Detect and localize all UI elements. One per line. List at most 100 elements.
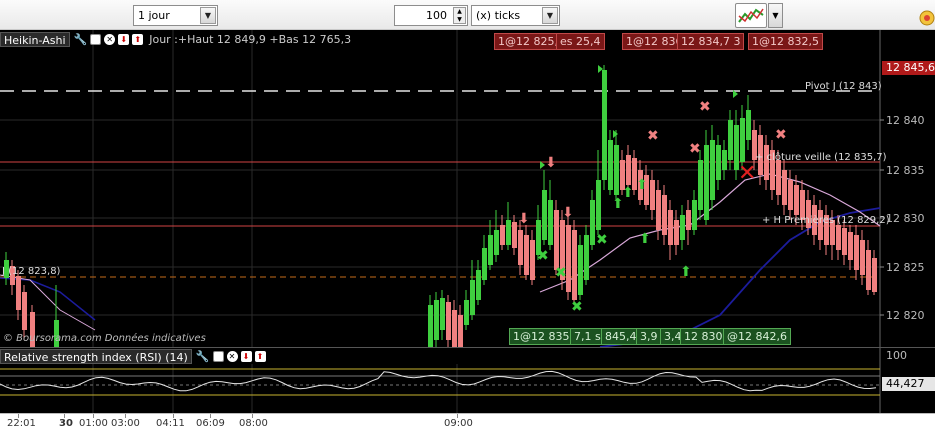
period-select[interactable]: 1 jour ▼ [133, 5, 218, 26]
candle [434, 300, 439, 340]
chevron-down-icon[interactable]: ▼ [200, 7, 216, 24]
candle [668, 210, 673, 245]
candle [596, 180, 601, 230]
candle [566, 225, 571, 292]
candle [794, 185, 799, 215]
tick-unit-select[interactable]: (x) ticks ▼ [471, 5, 560, 26]
candle [704, 145, 709, 220]
tick-count-value: 100 [426, 9, 447, 22]
candle [788, 180, 793, 210]
candle [860, 240, 865, 275]
buy-marker-icon: ✖ [571, 299, 583, 315]
candle [554, 210, 559, 270]
chevron-down-icon[interactable]: ▼ [542, 7, 558, 24]
trade-box[interactable]: 1@12 832,5 [748, 33, 823, 50]
candle [602, 70, 607, 180]
candle [440, 298, 445, 330]
candle [428, 305, 433, 347]
move-up-icon[interactable]: ⬆ [132, 34, 144, 45]
move-up-icon[interactable]: ⬆ [254, 351, 266, 362]
main-chart-panel[interactable]: 12 840 12 835 12 830 12 825 12 820 ✖ ✖ ✖ ✖ ✕… [0, 30, 935, 347]
pivot-label: Pivot J (12 843) [805, 81, 882, 92]
candle [482, 248, 487, 280]
price-axis-label: 12 825 [886, 261, 925, 274]
sell-marker-icon: ✖ [699, 99, 711, 115]
candle [662, 195, 667, 235]
buy-marker-icon: ✖ [596, 232, 608, 248]
time-label: 01:00 [79, 418, 108, 429]
buy-marker-icon: ✖ [555, 265, 567, 281]
candle [548, 200, 553, 245]
candle [872, 258, 877, 292]
spinner-icon[interactable]: ▲ ▼ [453, 7, 466, 24]
price-chart[interactable]: 12 840 12 835 12 830 12 825 12 820 ✖ ✖ ✖ ✖ ✕… [0, 30, 935, 347]
candle [728, 120, 733, 160]
current-price-tag: 12 845,6 [882, 61, 935, 75]
refresh-icon[interactable] [913, 4, 935, 26]
close-icon[interactable]: ✕ [104, 34, 116, 45]
rsi-panel[interactable]: Relative strength index (RSI) (14) 🔧 ✕ ⬇… [0, 347, 935, 413]
move-down-icon[interactable]: ⬇ [118, 34, 130, 45]
candle [614, 145, 619, 195]
watermark: © Boursorama.com Données indicatives [3, 333, 206, 344]
time-label: 22:01 [7, 418, 36, 429]
candle [500, 225, 505, 245]
candle [854, 235, 859, 270]
chart-type-button[interactable] [735, 3, 767, 28]
candle [542, 190, 547, 240]
maximize-icon[interactable] [90, 34, 102, 45]
buy-marker-icon: ✖ [537, 248, 549, 264]
trading-app: 1 jour ▼ 100 ▲ ▼ (x) ticks ▼ ▼ 12 840 12… [0, 0, 935, 433]
candle [710, 140, 715, 200]
wrench-icon[interactable]: 🔧 [196, 350, 210, 363]
candlesticks [4, 65, 877, 347]
candle [686, 210, 691, 230]
move-down-icon[interactable]: ⬇ [240, 351, 252, 362]
time-label: 30 [59, 418, 73, 429]
candle [488, 235, 493, 265]
trade-box[interactable]: 845,4 [601, 328, 641, 345]
rsi-legend: Relative strength index (RSI) (14) 🔧 ✕ ⬇… [0, 349, 266, 364]
chart-type-dropdown-button[interactable]: ▼ [768, 3, 783, 28]
chart-name: Heikin-Ashi [0, 32, 70, 47]
candle [446, 302, 451, 340]
price-axis [880, 30, 935, 347]
price-axis-label: 12 835 [886, 164, 925, 177]
rsi-value-tag: 44,427 [882, 377, 935, 391]
candle [608, 140, 613, 190]
trade-box[interactable]: es 25,4 [556, 33, 605, 50]
trade-box[interactable]: 12 834,7 3 [677, 33, 745, 50]
up-arrow-icon: ⬆ [680, 264, 692, 280]
tick-unit-value: (x) ticks [476, 9, 521, 22]
wrench-icon[interactable]: 🔧 [74, 33, 88, 46]
candle [16, 276, 21, 310]
trade-box[interactable]: 7,1 s [570, 328, 605, 345]
candle [470, 280, 475, 315]
time-label: 04:11 [156, 418, 185, 429]
candle [590, 200, 595, 245]
candle [722, 150, 727, 170]
sell-marker-icon: ✖ [775, 127, 787, 143]
candle [680, 215, 685, 240]
candle [572, 230, 577, 300]
candle [866, 250, 871, 290]
chart-type-icon [738, 8, 764, 23]
sell-marker-icon: ✖ [689, 141, 701, 157]
candle [584, 235, 589, 280]
candle [746, 110, 751, 140]
close-icon[interactable]: ✕ [226, 351, 238, 362]
down-arrow-icon: ⬇ [518, 211, 530, 227]
candle [452, 310, 457, 347]
tick-count-input[interactable]: 100 ▲ ▼ [394, 5, 468, 26]
time-label: 09:00 [444, 418, 473, 429]
price-axis-label: 12 820 [886, 309, 925, 322]
candle [494, 230, 499, 255]
toolbar: 1 jour ▼ 100 ▲ ▼ (x) ticks ▼ ▼ [0, 0, 935, 30]
close-marker-icon: ✕ [738, 161, 756, 186]
candle [458, 315, 463, 347]
candle [626, 155, 631, 185]
maximize-icon[interactable] [212, 351, 224, 362]
candle [22, 292, 27, 330]
trade-box[interactable]: @12 842,6 [723, 328, 791, 345]
h-prem-label: + H Premières (12 829,2) [762, 214, 890, 226]
